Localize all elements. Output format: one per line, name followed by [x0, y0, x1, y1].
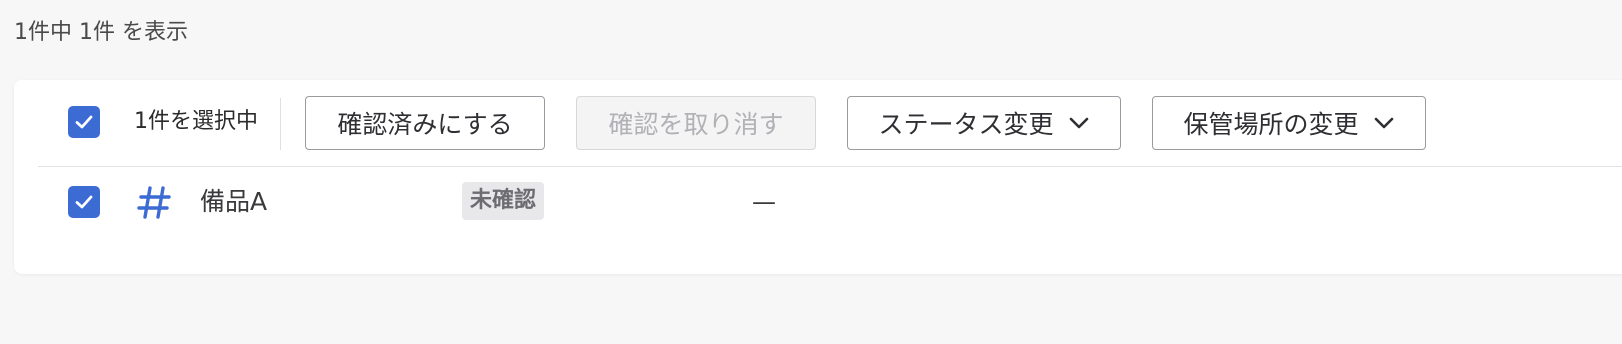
cancel-confirmation-button[interactable]: 確認を取り消す	[576, 96, 816, 150]
change-location-dropdown[interactable]: 保管場所の変更	[1152, 96, 1426, 150]
change-location-label: 保管場所の変更	[1183, 110, 1359, 139]
bulk-action-panel: 1件を選択中 確認済みにする 確認を取り消す ステータス変更 保管場所の変更 備…	[14, 80, 1622, 274]
chevron-down-icon	[1374, 117, 1393, 129]
result-count: 1件中 1件 を表示	[14, 20, 188, 45]
row-checkbox[interactable]	[68, 186, 100, 218]
chevron-down-icon	[1069, 117, 1088, 129]
toolbar-divider	[280, 98, 281, 150]
item-name[interactable]: 備品A	[200, 186, 267, 218]
location-value: —	[752, 188, 776, 216]
selected-count-label: 1件を選択中	[134, 109, 258, 134]
cancel-confirmation-label: 確認を取り消す	[608, 110, 784, 139]
check-icon	[75, 195, 93, 209]
mark-confirmed-label: 確認済みにする	[337, 110, 513, 139]
select-all-checkbox[interactable]	[68, 106, 100, 138]
change-status-label: ステータス変更	[878, 110, 1054, 139]
mark-confirmed-button[interactable]: 確認済みにする	[305, 96, 545, 150]
bulk-action-toolbar: 1件を選択中 確認済みにする 確認を取り消す ステータス変更 保管場所の変更	[38, 80, 1622, 167]
change-status-dropdown[interactable]: ステータス変更	[847, 96, 1121, 150]
check-icon	[75, 115, 93, 129]
hash-icon	[137, 186, 171, 219]
status-badge: 未確認	[462, 182, 545, 220]
table-row[interactable]: 備品A 未確認 —	[38, 168, 1622, 254]
